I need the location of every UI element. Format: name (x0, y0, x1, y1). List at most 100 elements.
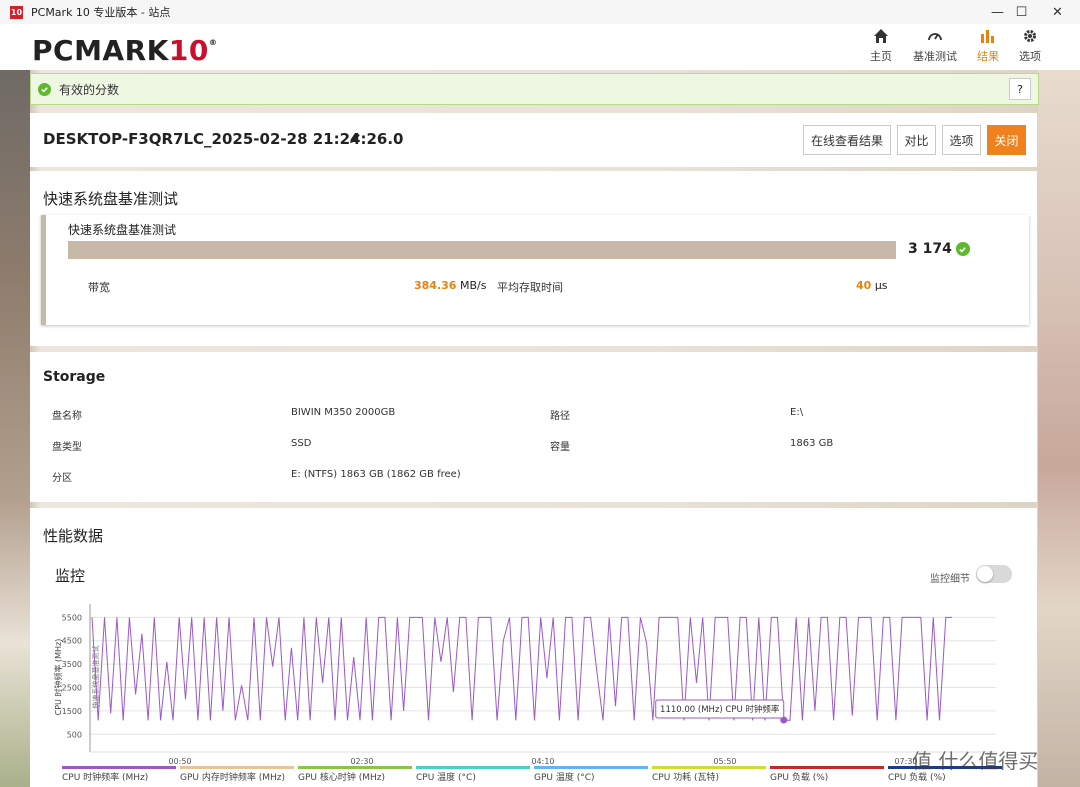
bar-chart-icon (981, 30, 994, 43)
close-window-button[interactable]: ✕ (1035, 0, 1080, 24)
cpu-clock-series-line (91, 616, 952, 721)
toggle-knob (977, 566, 993, 582)
close-result-button[interactable]: 关闭 (987, 125, 1026, 155)
performance-panel: 性能数据 监控 监控细节 500 1500 2500 3500 4500 5500 00:5… (30, 508, 1037, 787)
watermark: 值 什么值得买 (912, 745, 1038, 774)
y-tick-label: 2500 (62, 684, 82, 693)
legend-swatch (62, 766, 176, 769)
card-title: 快速系统盘基准测试 (68, 223, 177, 237)
bandwidth-value: 384.36 MB/s (414, 279, 486, 292)
access-time-label: 平均存取时间 (497, 281, 563, 294)
options-button[interactable]: 选项 (942, 125, 981, 155)
legend-label: GPU 温度 (°C) (534, 773, 595, 783)
logo-text: PCMARK (32, 34, 169, 67)
legend-swatch (534, 766, 648, 769)
valid-score-notice: 有效的分数 ? (30, 73, 1039, 105)
overall-score: 3 174 (908, 241, 970, 257)
y-axis-label: CPU 时钟频率 (MHz) (53, 639, 63, 716)
monitor-title: 监控 (55, 567, 86, 585)
nav-home-label: 主页 (870, 50, 892, 63)
legend-item[interactable]: GPU 核心时钟 (MHz) (298, 766, 412, 783)
check-circle-icon (38, 82, 51, 96)
cpu-clock-chart: 500 1500 2500 3500 4500 5500 00:50 02:30 04:10 05… (53, 604, 996, 766)
nav-options[interactable]: 选项 (1019, 28, 1041, 64)
bandwidth-label: 带宽 (88, 281, 110, 294)
y-tick-label: 3500 (62, 660, 82, 669)
y-tick-label: 1500 (62, 707, 82, 716)
pencil-icon[interactable] (348, 131, 362, 145)
legend-item[interactable]: CPU 温度 (°C) (416, 766, 530, 783)
benchmark-score-card: 快速系统盘基准测试 3 174 带宽 384.36 MB/s 平均存取时间 40… (41, 215, 1029, 325)
drive-type-label: 盘类型 (52, 442, 82, 453)
gear-icon (1024, 30, 1036, 42)
path-label: 路径 (550, 411, 570, 422)
storage-title: Storage (43, 369, 106, 385)
bandwidth-unit: MB/s (459, 279, 487, 292)
watermark-text: 值 什么值得买 (912, 749, 1039, 773)
legend-label: GPU 负载 (%) (770, 773, 829, 783)
legend-item[interactable]: GPU 温度 (°C) (534, 766, 648, 783)
nav-results-label: 结果 (977, 50, 999, 63)
view-online-button[interactable]: 在线查看结果 (803, 125, 891, 155)
legend-swatch (180, 766, 294, 769)
legend-item[interactable]: GPU 负载 (%) (770, 766, 884, 783)
help-button[interactable]: ? (1009, 78, 1031, 100)
gauge-icon (928, 33, 942, 41)
window-title: PCMark 10 专业版本 - 站点 (31, 6, 171, 19)
legend-swatch (416, 766, 530, 769)
nav-options-label: 选项 (1019, 50, 1041, 63)
nav-home[interactable]: 主页 (870, 28, 892, 64)
access-time-unit: μs (874, 279, 888, 292)
x-tick-label: 00:50 (168, 757, 191, 766)
nav-results[interactable]: 结果 (977, 28, 999, 64)
quick-benchmark-panel: 快速系统盘基准测试 快速系统盘基准测试 3 174 带宽 384.36 MB/s… (30, 171, 1037, 346)
background-right-strip (1038, 70, 1080, 787)
legend-item[interactable]: CPU 时钟频率 (MHz) (62, 766, 176, 783)
capacity-value: 1863 GB (790, 438, 834, 449)
legend-label: CPU 时钟频率 (MHz) (62, 773, 149, 783)
storage-panel: Storage 盘名称 BIWIN M350 2000GB 路径 E:\ 盘类型… (30, 352, 1037, 502)
x-tick-label: 02:30 (350, 757, 373, 766)
notice-text: 有效的分数 (59, 82, 120, 97)
legend-swatch (298, 766, 412, 769)
bandwidth-number: 384.36 (414, 279, 457, 292)
check-circle-icon (955, 242, 970, 256)
logo-registered: ® (208, 38, 218, 47)
partition-value: E: (NTFS) 1863 GB (1862 GB free) (291, 469, 461, 480)
legend-item[interactable]: CPU 功耗 (瓦特) (652, 766, 766, 783)
legend-item[interactable]: GPU 内存时钟频率 (MHz) (180, 766, 294, 783)
nav-benchmarks-label: 基准测试 (913, 50, 957, 63)
compare-button[interactable]: 对比 (897, 125, 936, 155)
score-value: 3 174 (908, 241, 952, 257)
legend-label: CPU 功耗 (瓦特) (652, 773, 720, 783)
pcmark-logo: PCMARK10® (32, 34, 217, 67)
x-tick-label: 05:50 (713, 757, 736, 766)
path-value: E:\ (790, 407, 804, 418)
monitor-details-label: 监控细节 (930, 574, 970, 585)
y-tick-label: 500 (67, 730, 82, 739)
logo-number: 10 (168, 34, 209, 67)
access-time-value: 40 μs (856, 279, 888, 292)
legend-label: GPU 核心时钟 (MHz) (298, 773, 385, 783)
tooltip-text: 1110.00 (MHz) CPU 时钟频率 (660, 704, 780, 715)
drive-name-value: BIWIN M350 2000GB (291, 407, 396, 418)
quick-section-title: 快速系统盘基准测试 (43, 190, 179, 208)
capacity-label: 容量 (550, 442, 570, 453)
access-time-number: 40 (856, 279, 872, 292)
drive-type-value: SSD (291, 438, 312, 449)
background-left-strip (0, 70, 30, 787)
nav-benchmarks[interactable]: 基准测试 (913, 28, 957, 64)
y-tick-label: 5500 (62, 613, 82, 622)
legend-label: GPU 内存时钟频率 (MHz) (180, 773, 285, 783)
perf-title: 性能数据 (43, 527, 104, 545)
y-tick-label: 4500 (62, 637, 82, 646)
result-header-panel: DESKTOP-F3QR7LC_2025-02-28 21:24:26.0 在线… (30, 113, 1037, 167)
home-icon (874, 29, 888, 43)
partition-label: 分区 (52, 473, 72, 484)
monitor-details-toggle[interactable] (976, 565, 1012, 583)
legend-swatch (652, 766, 766, 769)
score-bar (68, 241, 896, 259)
legend-swatch (770, 766, 884, 769)
x-tick-label: 04:10 (531, 757, 554, 766)
legend-label: CPU 负载 (%) (888, 773, 946, 783)
